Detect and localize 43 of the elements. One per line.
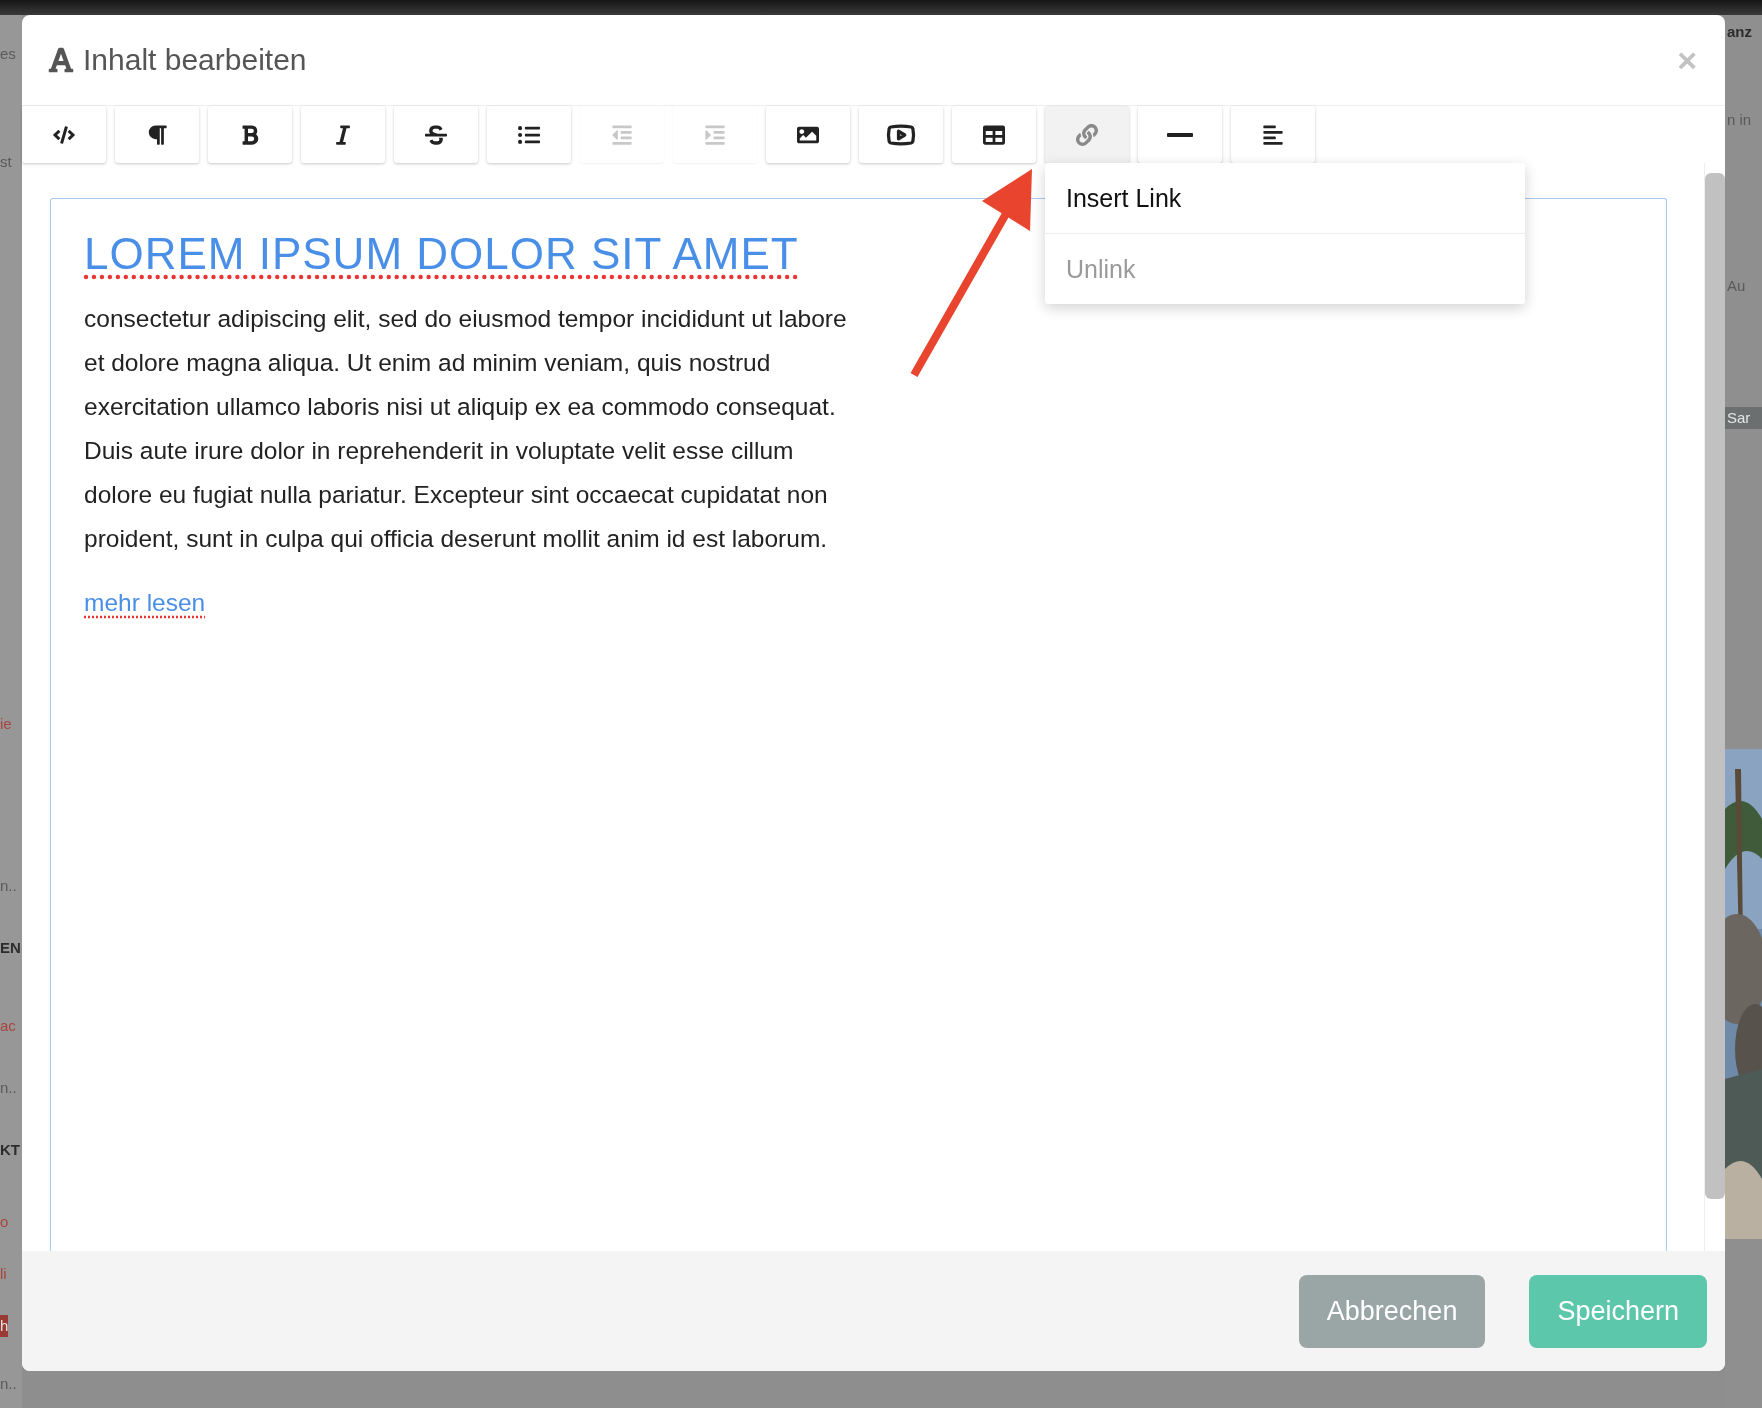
bullet-list-icon [518, 123, 540, 146]
save-button[interactable]: Speichern [1529, 1274, 1707, 1348]
toolbar-button[interactable] [487, 106, 571, 163]
background-text: h [0, 1315, 9, 1337]
toolbar-button[interactable] [1138, 106, 1222, 163]
paragraph: consectetur adipiscing elit, sed do eiusmod tempor incididunt ut labore et dolore magna aliqua. Ut enim ad minim veniam, quis nostrud exercitation ullamco laboris nisi ut aliquip ex ea commodo consequat. Duis aute irure dolor in reprehenderit in voluptate velit esse cillum dolore eu fugiat nulla pariatur. Excepteur sint occaecat cupidatat non proident, sunt in culpa qui officia deserunt mollit anim id est laborum. [84, 304, 848, 554]
background-text: EN [0, 938, 21, 958]
font-icon [47, 46, 75, 74]
cancel-button[interactable]: Abbrechen [1298, 1274, 1486, 1348]
link-icon [1076, 123, 1098, 146]
toolbar-button[interactable] [952, 106, 1036, 163]
background-text: es [0, 44, 16, 64]
heading: LOREM IPSUM DOLOR SIT AMET [84, 229, 799, 279]
toolbar-button[interactable] [859, 106, 943, 163]
table-icon [983, 123, 1005, 146]
background-text: ie [0, 714, 12, 734]
background-text: n.. [0, 1078, 17, 1098]
menu-item[interactable]: Insert Link [1045, 163, 1525, 233]
code-icon [53, 123, 75, 146]
background-text: st [0, 152, 12, 172]
pilcrow-icon [146, 123, 168, 146]
align-left-icon [1262, 123, 1284, 146]
toolbar-button[interactable] [1231, 106, 1315, 163]
dialog-title: Inhalt bearbeiten [83, 43, 308, 77]
background-text: ac [0, 1016, 16, 1036]
close-button[interactable]: × [1677, 43, 1697, 77]
indent-icon [704, 123, 726, 146]
background-text: n.. [0, 1374, 17, 1394]
background-text: KT [0, 1140, 20, 1160]
background-text: o [0, 1212, 9, 1232]
background-text: anz [1726, 22, 1753, 42]
toolbar-button[interactable] [22, 106, 106, 163]
outdent-icon [611, 123, 633, 146]
scrollbar[interactable] [1705, 173, 1725, 1199]
background-text: li [0, 1264, 7, 1284]
strikethrough-icon [425, 123, 447, 146]
toolbar-button[interactable] [208, 106, 292, 163]
background-text: n.. [0, 876, 17, 896]
read-more-link[interactable]: mehr lesen [84, 589, 206, 617]
toolbar-button[interactable] [766, 106, 850, 163]
background-text: Sar [1725, 407, 1762, 429]
toolbar-button[interactable] [115, 106, 199, 163]
toolbar-button[interactable] [394, 106, 478, 163]
